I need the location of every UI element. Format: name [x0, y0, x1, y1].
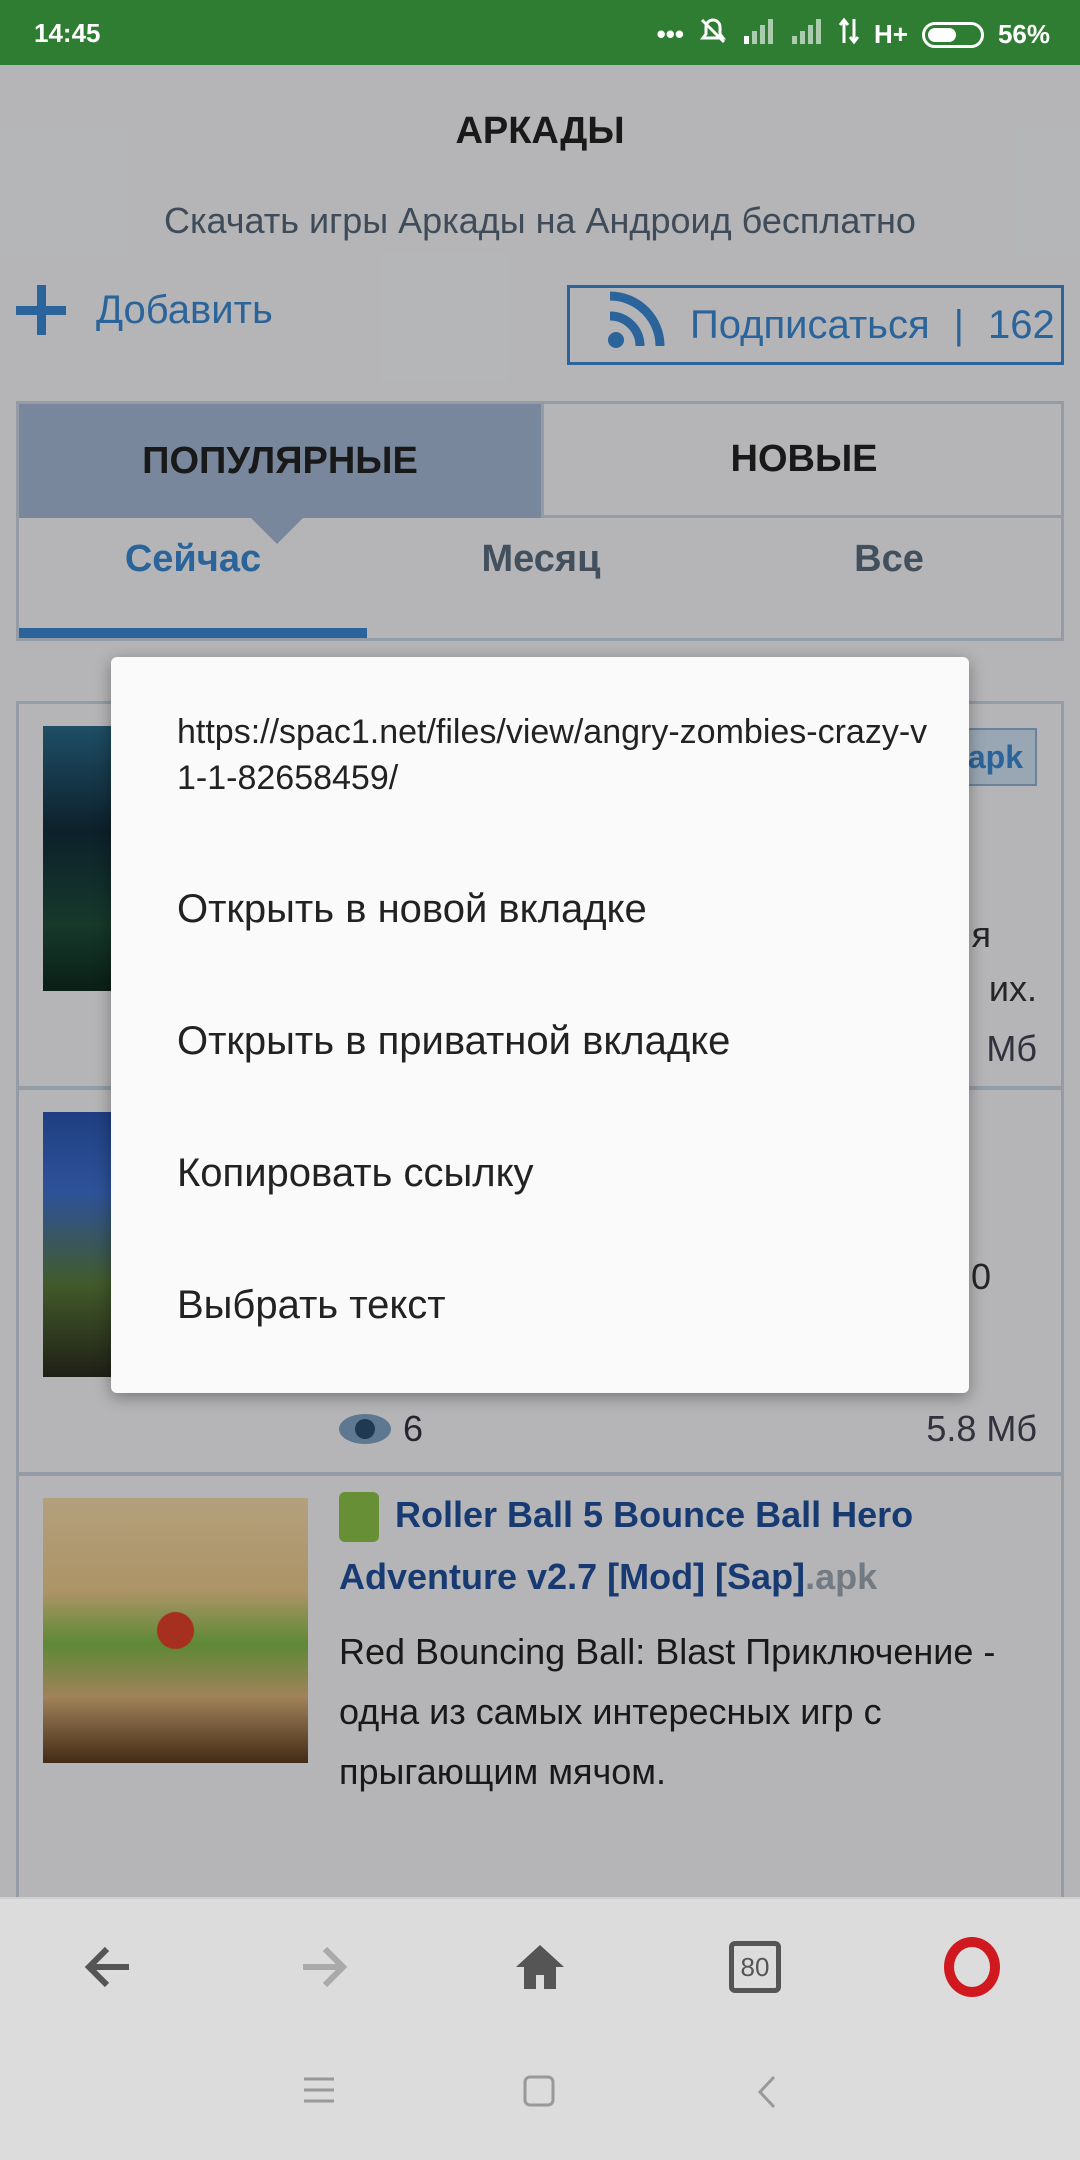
- tabs-count-icon: 80: [729, 1941, 781, 1993]
- battery-percent: 56%: [997, 19, 1050, 49]
- system-nav-bar: [0, 2037, 1080, 2160]
- forward-arrow-icon: [303, 1946, 348, 1988]
- menu-lines-icon: [304, 2077, 334, 2103]
- opera-menu-button[interactable]: [932, 1927, 1012, 2007]
- menu-open-new-tab[interactable]: Открыть в новой вкладке: [177, 887, 647, 932]
- link-context-menu: https://spac1.net/files/view/angry-zombi…: [111, 657, 969, 1393]
- opera-logo-icon: [944, 1937, 1000, 1997]
- back-button[interactable]: [68, 1927, 148, 2007]
- tabs-button[interactable]: 80: [715, 1927, 795, 2007]
- square-icon: [523, 2075, 555, 2107]
- recents-button[interactable]: [302, 2075, 336, 2110]
- home-nav-button[interactable]: [523, 2075, 555, 2112]
- back-nav-button[interactable]: [756, 2075, 778, 2114]
- forward-button[interactable]: [284, 1927, 364, 2007]
- chevron-left-icon: [757, 2075, 776, 2109]
- status-bar: 14:45 ••• H+ 56%: [0, 0, 1080, 65]
- battery-icon: [921, 21, 984, 48]
- mute-icon: [698, 16, 728, 53]
- home-icon: [516, 1945, 564, 1989]
- data-arrows-icon: [838, 17, 860, 52]
- signal-icon: [790, 18, 824, 51]
- back-arrow-icon: [84, 1946, 129, 1988]
- signal-icon: [742, 18, 776, 51]
- menu-copy-link[interactable]: Копировать ссылку: [177, 1151, 534, 1196]
- browser-toolbar: 80: [0, 1897, 1080, 2037]
- home-button[interactable]: [500, 1927, 580, 2007]
- network-type: H+: [873, 19, 908, 49]
- context-menu-url: https://spac1.net/files/view/angry-zombi…: [177, 713, 928, 797]
- menu-open-private-tab[interactable]: Открыть в приватной вкладке: [177, 1019, 730, 1064]
- more-icon: •••: [656, 19, 684, 49]
- status-time: 14:45: [34, 18, 101, 48]
- menu-select-text[interactable]: Выбрать текст: [177, 1283, 446, 1328]
